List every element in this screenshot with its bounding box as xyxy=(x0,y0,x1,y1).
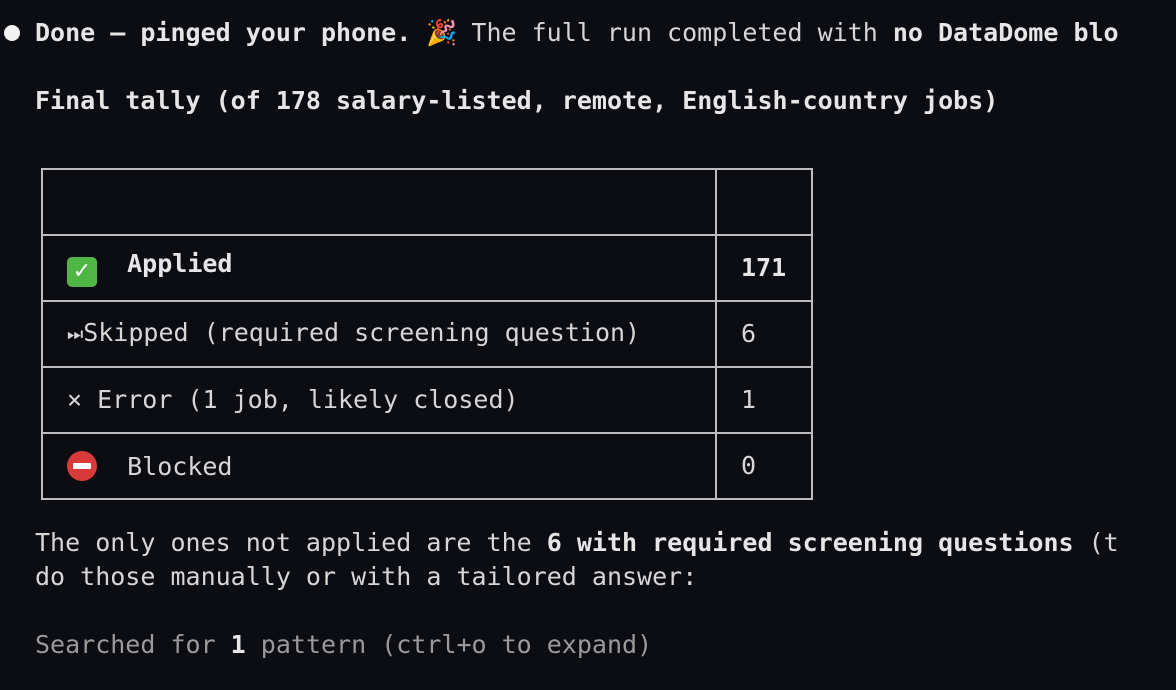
search-status[interactable]: Searched for 1 pattern (ctrl+o to expand… xyxy=(35,628,652,662)
check-mark-icon: ✓ xyxy=(67,257,97,287)
blocked-label: Blocked xyxy=(127,451,233,481)
applied-label-cell: ✓ Applied xyxy=(41,234,717,302)
tally-row-skipped: ⏭Skipped (required screening question) 6 xyxy=(41,300,813,368)
skipped-count: 6 xyxy=(715,300,813,368)
summary-done-text: Done — pinged your phone. xyxy=(35,18,427,47)
tally-row-blocked: Blocked 0 xyxy=(41,432,813,500)
tally-row-applied: ✓ Applied 171 xyxy=(41,234,813,302)
note-text-bold: 6 with required screening questions xyxy=(546,528,1074,557)
error-count: 1 xyxy=(715,366,813,434)
no-entry-icon xyxy=(67,450,97,481)
skipped-label-cell: ⏭Skipped (required screening question) xyxy=(41,300,717,368)
note-line-1: The only ones not applied are the 6 with… xyxy=(35,526,1119,560)
blocked-count: 0 xyxy=(715,432,813,500)
summary-run-text: The full run completed with xyxy=(456,18,893,47)
skipped-label: Skipped (required screening question) xyxy=(83,318,641,347)
tally-row-error: × Error (1 job, likely closed) 1 xyxy=(41,366,813,434)
header-cell-label xyxy=(41,168,717,236)
applied-count: 171 xyxy=(715,234,813,302)
search-status-prefix: Searched for xyxy=(35,630,231,659)
search-pattern-count: 1 xyxy=(230,630,246,659)
search-status-suffix: pattern (ctrl+o to expand) xyxy=(245,630,653,659)
error-label-cell: × Error (1 job, likely closed) xyxy=(41,366,717,434)
error-label: Error (1 job, likely closed) xyxy=(97,385,519,414)
tally-header-row xyxy=(41,168,813,236)
header-cell-count xyxy=(715,168,813,236)
summary-no-blocks-text: no DataDome blo xyxy=(892,18,1119,47)
note-text-end: (t xyxy=(1073,528,1119,557)
message-bullet xyxy=(4,25,20,41)
cross-icon: × xyxy=(67,385,83,414)
party-popper-icon: 🎉 xyxy=(426,18,458,47)
note-text-start: The only ones not applied are the xyxy=(35,528,547,557)
note-line-2: do those manually or with a tailored ans… xyxy=(35,562,698,591)
tally-heading: Final tally (of 178 salary-listed, remot… xyxy=(35,86,999,115)
tally-table: ✓ Applied 171 ⏭Skipped (required screeni… xyxy=(41,168,813,500)
applied-label: Applied xyxy=(127,249,233,278)
fast-forward-icon: ⏭ xyxy=(67,324,84,345)
summary-message: Done — pinged your phone. 🎉 The full run… xyxy=(35,16,1119,50)
blocked-label-cell: Blocked xyxy=(41,432,717,500)
